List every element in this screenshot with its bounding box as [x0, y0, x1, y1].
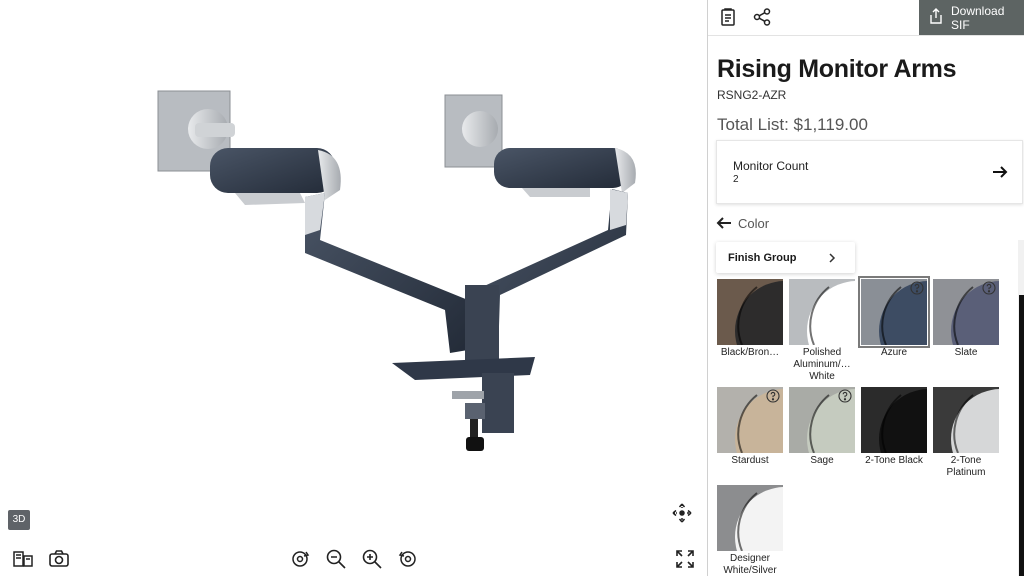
color-swatch[interactable]: 2-Tone Platinum — [930, 387, 1002, 479]
color-swatch[interactable]: Black/Bron… — [714, 279, 786, 359]
fullscreen-icon[interactable] — [674, 548, 696, 570]
swatch-label: 2-Tone Platinum — [946, 455, 986, 478]
scrollbar-thumb[interactable] — [1019, 295, 1024, 576]
rotate-right-icon[interactable] — [397, 548, 419, 570]
color-swatch[interactable]: Slate — [930, 279, 1002, 359]
swatch-image — [717, 485, 783, 551]
zoom-out-icon[interactable] — [325, 548, 347, 570]
back-to-color[interactable]: Color — [716, 213, 769, 233]
finish-group-button[interactable]: Finish Group — [716, 242, 855, 273]
swatch-label: Sage — [810, 455, 834, 466]
swatch-label: Designer White/Silver — [723, 553, 777, 576]
rotate-left-icon[interactable] — [289, 548, 311, 570]
help-icon[interactable] — [982, 281, 996, 295]
3d-viewer[interactable]: 3D — [0, 0, 708, 576]
monitor-count-value: 2 — [733, 174, 739, 185]
spec-sheet-icon[interactable] — [718, 7, 738, 27]
color-swatch[interactable]: Designer White/Silver — [714, 485, 786, 576]
product-sku: RSNG2-AZR — [717, 88, 787, 102]
zoom-in-icon[interactable] — [361, 548, 383, 570]
swatch-image — [717, 279, 783, 345]
color-swatch[interactable]: Azure — [858, 276, 930, 359]
total-list-price: Total List: $1,119.00 — [717, 115, 868, 134]
swatch-image — [933, 387, 999, 453]
arrow-left-icon — [716, 217, 731, 229]
camera-icon[interactable] — [48, 548, 70, 570]
help-icon[interactable] — [910, 281, 924, 295]
swatch-image — [789, 279, 855, 345]
panel-toolbar: Download SIF — [708, 0, 1024, 36]
help-icon[interactable] — [838, 389, 852, 403]
download-sif-label: Download SIF — [951, 3, 1005, 32]
download-sif-button[interactable]: Download SIF — [919, 0, 1024, 35]
swatch-label: Stardust — [731, 455, 769, 466]
monitor-count-label: Monitor Count — [733, 159, 809, 173]
monitor-count-card[interactable]: Monitor Count 2 — [716, 140, 1023, 204]
monitor-arm-model[interactable] — [150, 85, 650, 460]
3d-badge: 3D — [8, 510, 30, 530]
color-swatch[interactable]: 2-Tone Black — [858, 387, 930, 467]
help-icon[interactable] — [766, 389, 780, 403]
swatch-label: Black/Bron… — [720, 347, 780, 358]
configurator-panel: Download SIF Rising Monitor Arms RSNG2-A… — [708, 0, 1024, 576]
color-swatch[interactable]: Stardust — [714, 387, 786, 467]
back-label: Color — [738, 215, 770, 231]
product-title: Rising Monitor Arms — [717, 55, 957, 83]
swatch-label: 2-Tone Black — [865, 455, 923, 466]
swatch-label: Polished Aluminum/… White — [793, 347, 851, 382]
ar-view-icon[interactable] — [12, 548, 34, 570]
share-icon[interactable] — [752, 7, 772, 27]
arrow-right-icon — [991, 163, 1009, 181]
swatch-label: Azure — [880, 347, 908, 358]
chevron-right-icon — [827, 251, 837, 263]
finish-group-label: Finish Group — [728, 251, 797, 264]
upload-icon — [929, 8, 943, 27]
viewer-toolbar — [0, 540, 708, 576]
move-icon[interactable] — [671, 502, 693, 524]
color-swatch[interactable]: Polished Aluminum/… White — [786, 279, 858, 383]
swatch-label: Slate — [954, 347, 978, 358]
color-swatch[interactable]: Sage — [786, 387, 858, 467]
swatch-image — [861, 387, 927, 453]
